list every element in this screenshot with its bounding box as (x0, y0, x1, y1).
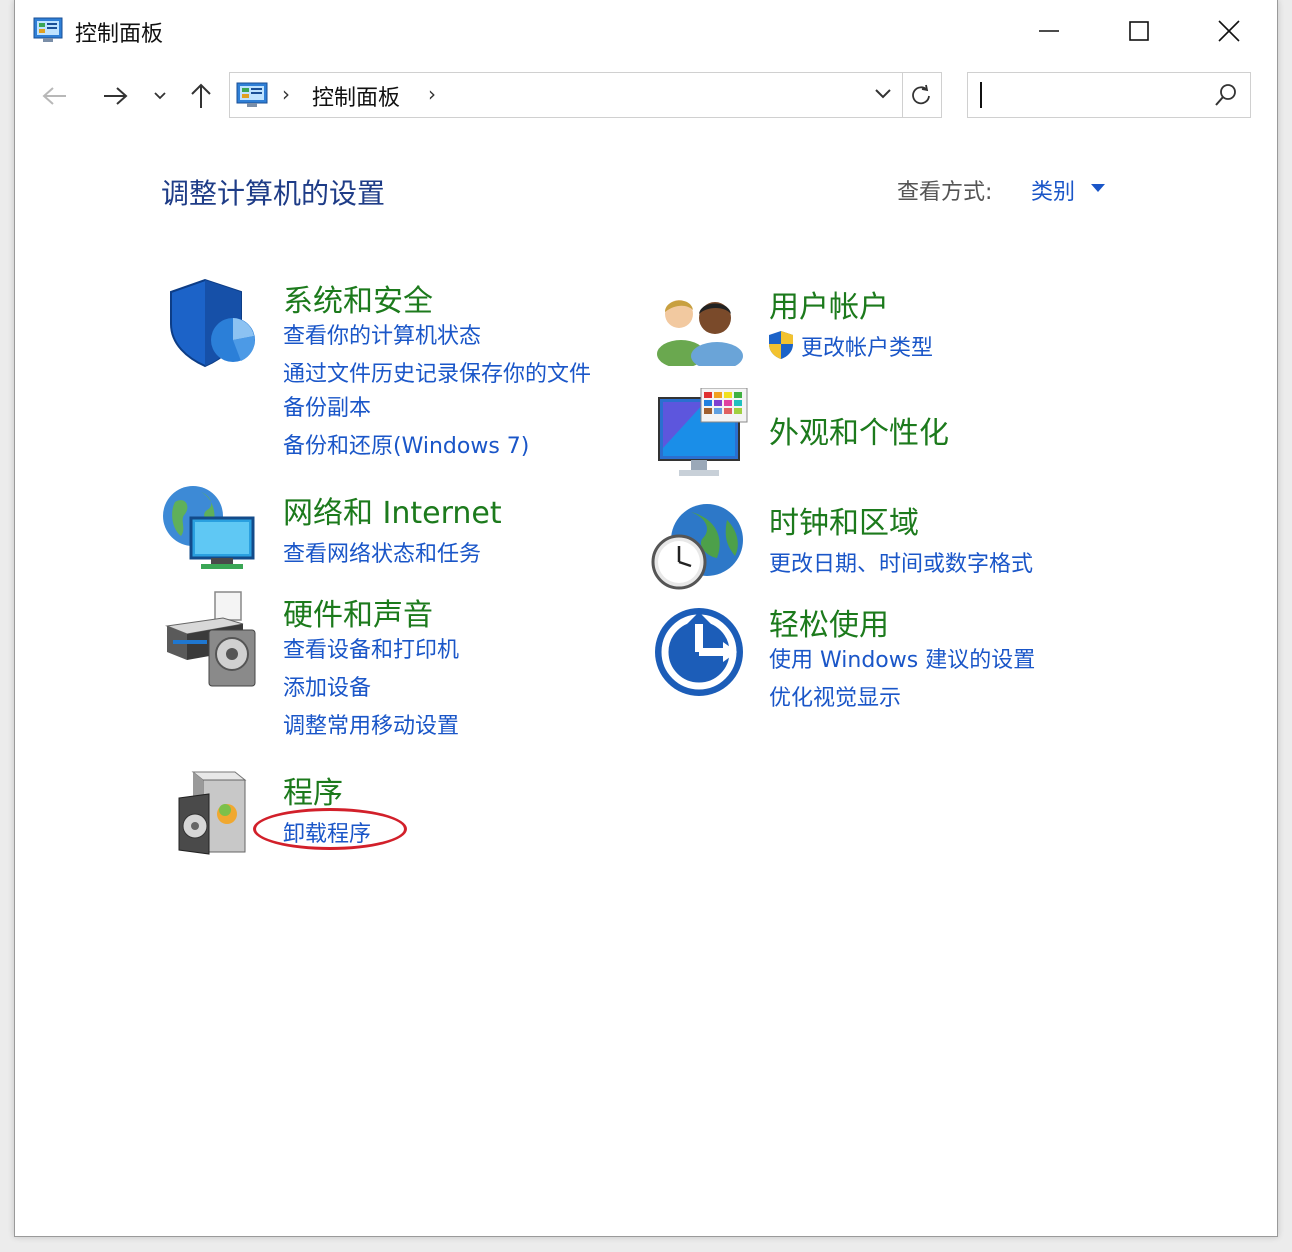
close-button[interactable] (1183, 0, 1275, 62)
search-box[interactable] (967, 72, 1251, 118)
printer-icon[interactable] (163, 590, 261, 688)
page-title: 调整计算机的设置 (161, 177, 386, 210)
breadcrumb-control-panel[interactable]: 控制面板 (312, 80, 400, 112)
breadcrumb-separator[interactable]: › (282, 82, 290, 106)
back-arrow-icon (42, 87, 66, 105)
link-add-device[interactable]: 添加设备 (283, 670, 371, 702)
refresh-icon (912, 84, 930, 105)
control-panel-icon (236, 82, 268, 107)
address-bar[interactable]: › 控制面板 › (229, 72, 903, 118)
link-mobility-settings[interactable]: 调整常用移动设置 (283, 708, 459, 740)
link-devices-printers[interactable]: 查看设备和打印机 (283, 632, 459, 664)
chevron-down-icon (875, 89, 891, 99)
minimize-icon (1039, 30, 1059, 32)
link-network-status[interactable]: 查看网络状态和任务 (283, 536, 481, 568)
link-optimize-visual-display[interactable]: 优化视觉显示 (769, 680, 901, 712)
network-icon[interactable] (161, 484, 261, 574)
globe-clock-icon[interactable] (651, 500, 747, 592)
programs-icon[interactable] (175, 770, 251, 860)
link-backup-restore[interactable]: 备份和还原(Windows 7) (283, 428, 529, 460)
control-panel-window: 控制面板 › 控制面板 › 调整计算机的设置 查看方式: 类别 系统和安全 查看… (14, 0, 1278, 1237)
link-file-history[interactable]: 通过文件历史记录保存你的文件 (283, 356, 591, 388)
view-by-label: 查看方式: (897, 180, 993, 205)
shield-icon[interactable] (165, 278, 261, 370)
forward-button[interactable] (95, 76, 135, 116)
ease-of-access-icon[interactable] (653, 606, 745, 698)
title-bar[interactable]: 控制面板 (15, 0, 1277, 62)
up-arrow-icon (191, 83, 211, 108)
category-network-internet[interactable]: 网络和 Internet (283, 488, 502, 532)
category-system-security[interactable]: 系统和安全 (283, 276, 433, 320)
category-clock-region[interactable]: 时钟和区域 (769, 498, 919, 542)
category-programs[interactable]: 程序 (283, 768, 343, 812)
highlight-annotation-ring (253, 808, 407, 850)
recent-locations-button[interactable] (141, 76, 179, 116)
link-view-computer-status[interactable]: 查看你的计算机状态 (283, 318, 481, 350)
uac-shield-icon (769, 331, 793, 359)
link-windows-recommended-settings[interactable]: 使用 Windows 建议的设置 (769, 642, 1035, 674)
category-ease-of-access[interactable]: 轻松使用 (769, 600, 889, 644)
back-button[interactable] (35, 76, 75, 116)
maximize-button[interactable] (1093, 0, 1185, 62)
refresh-button[interactable] (901, 72, 942, 118)
forward-arrow-icon (104, 87, 128, 105)
address-dropdown-button[interactable] (870, 81, 896, 107)
users-icon[interactable] (655, 292, 745, 366)
view-by-dropdown[interactable]: 类别 (1031, 174, 1075, 206)
link-change-date-time-format[interactable]: 更改日期、时间或数字格式 (769, 546, 1033, 578)
minimize-button[interactable] (1003, 0, 1095, 62)
link-backup-copy[interactable]: 备份副本 (283, 390, 371, 422)
dropdown-arrow-icon[interactable] (1091, 184, 1105, 193)
maximize-icon (1129, 21, 1149, 41)
close-icon (1218, 20, 1240, 42)
text-caret (980, 82, 982, 108)
control-panel-icon (33, 17, 63, 42)
category-appearance[interactable]: 外观和个性化 (769, 408, 949, 452)
category-user-accounts[interactable]: 用户帐户 (769, 282, 889, 326)
window-title: 控制面板 (75, 22, 164, 47)
up-button[interactable] (181, 76, 221, 116)
search-icon[interactable] (1214, 83, 1238, 107)
breadcrumb-separator[interactable]: › (428, 82, 436, 106)
category-hardware-sound[interactable]: 硬件和声音 (283, 590, 433, 634)
chevron-down-icon (154, 92, 166, 100)
monitor-palette-icon[interactable] (655, 388, 749, 480)
link-change-account-type[interactable]: 更改帐户类型 (801, 330, 933, 362)
